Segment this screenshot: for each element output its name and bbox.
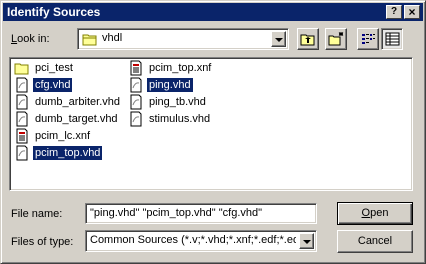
filetype-value: Common Sources (*.v;*.vhd;*.xnf;*.edf;*.… [90,234,296,246]
window-title: Identify Sources [7,5,101,19]
folder-open-icon [82,32,98,46]
vhd-file-icon [128,111,144,127]
list-view-icon [361,32,376,49]
filename-value: "ping.vhd" "pcim_top.vhd" "cfg.vhd" [90,207,263,219]
xnf-file-icon [128,60,144,76]
list-item-cfg-vhd[interactable]: cfg.vhd [14,77,73,93]
filetype-label: Files of type: [11,236,74,248]
cancel-button-label: Cancel [357,235,393,247]
list-item-ping-tb-vhd[interactable]: ping_tb.vhd [128,94,208,110]
lookin-label: Look in: [11,33,50,45]
cancel-button[interactable]: Cancel [337,230,413,253]
help-button[interactable]: ? [386,5,402,19]
list-item-pcim-top-xnf[interactable]: pcim_top.xnf [128,60,213,76]
details-view-icon [385,32,400,49]
help-icon: ? [390,6,398,17]
vhd-file-icon [14,77,30,93]
new-folder-icon [328,32,344,49]
close-button[interactable]: × [404,5,420,19]
xnf-file-icon [14,128,30,144]
up-one-level-button[interactable] [297,28,319,50]
list-item-pcim-top-vhd[interactable]: pcim_top.vhd [14,145,103,161]
vhd-file-icon [14,111,30,127]
open-button-label: Open [361,207,389,219]
list-item-stimulus-vhd[interactable]: stimulus.vhd [128,111,212,127]
filetype-dropdown-arrow[interactable] [299,233,314,249]
list-item-dumb-target-vhd[interactable]: dumb_target.vhd [14,111,120,127]
file-list[interactable]: pci_test cfg.vhd dumb_arbiter.vhd dumb_t… [9,57,413,191]
open-button[interactable]: Open [337,202,413,225]
list-item-pcim-lc-xnf[interactable]: pcim_lc.xnf [14,128,92,144]
list-item-pci-test[interactable]: pci_test [14,60,75,76]
title-bar[interactable]: Identify Sources ? × [3,3,423,21]
vhd-file-icon [128,94,144,110]
new-folder-button[interactable] [325,28,347,50]
identify-sources-dialog: Identify Sources ? × Look in: vhdl pci_t… [0,0,426,264]
details-view-button[interactable] [381,28,403,50]
list-item-ping-vhd[interactable]: ping.vhd [128,77,193,93]
lookin-value: vhdl [102,32,123,44]
lookin-dropdown-arrow[interactable] [271,31,286,47]
vhd-file-icon [128,77,144,93]
filename-label: File name: [11,208,63,220]
list-view-button[interactable] [357,28,379,50]
close-icon: × [408,5,416,19]
vhd-file-icon [14,94,30,110]
filetype-dropdown[interactable]: Common Sources (*.v;*.vhd;*.xnf;*.edf;*.… [85,230,317,252]
filename-field[interactable]: "ping.vhd" "pcim_top.vhd" "cfg.vhd" [85,203,317,224]
list-item-dumb-arbiter-vhd[interactable]: dumb_arbiter.vhd [14,94,122,110]
lookin-dropdown[interactable]: vhdl [77,28,289,50]
up-folder-icon [300,32,316,49]
vhd-file-icon [14,145,30,161]
folder-icon [14,60,30,76]
